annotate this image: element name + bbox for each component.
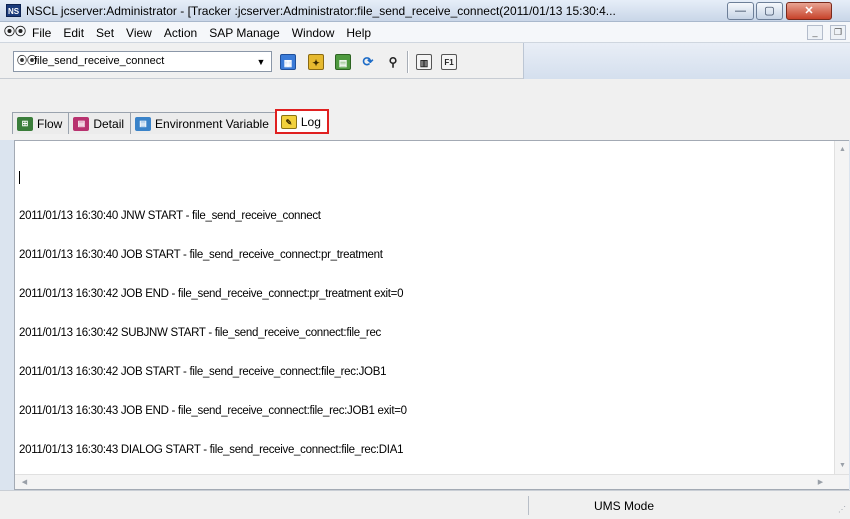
detail-view-icon: ▤ — [335, 54, 351, 70]
environment-icon: ▤ — [135, 116, 152, 131]
toolbar-empty-area — [523, 43, 850, 79]
mdi-restore-button[interactable]: ❐ — [830, 25, 846, 40]
refresh-icon: ⟳ — [362, 54, 374, 69]
tracker-icon: ✦ — [308, 54, 324, 70]
window-title: NSCL jcserver:Administrator - [Tracker :… — [26, 4, 616, 18]
log-icon: ✎ — [280, 114, 297, 129]
tab-log-label: Log — [300, 114, 321, 129]
resize-grip-icon[interactable]: ⋰ — [834, 504, 846, 516]
log-line: 2011/01/13 16:30:43 DIALOG START - file_… — [19, 444, 404, 456]
log-line: 2011/01/13 16:30:42 JOB START - file_sen… — [19, 366, 387, 378]
menu-window[interactable]: Window — [286, 25, 341, 41]
title-bar[interactable]: NS NSCL jcserver:Administrator - [Tracke… — [0, 0, 850, 22]
chevron-down-icon[interactable]: ▼ — [254, 55, 268, 69]
flow-icon: ⊞ — [17, 116, 33, 131]
minimize-button[interactable]: — — [727, 2, 754, 20]
print-button[interactable]: ▥ — [414, 52, 434, 72]
vertical-scrollbar[interactable]: ▲ ▼ — [834, 141, 849, 474]
mdi-minimize-button[interactable]: _ — [807, 25, 823, 40]
scroll-right-icon[interactable]: ▶ — [815, 477, 826, 488]
menu-file[interactable]: File — [26, 25, 57, 41]
tab-environment-variable[interactable]: ▤ Environment Variable — [130, 112, 276, 134]
tab-strip: ⊞ Flow ▤ Detail ▤ Environment Variable ✎… — [0, 79, 850, 140]
log-text-area[interactable]: 2011/01/13 16:30:40 JNW START - file_sen… — [19, 145, 829, 465]
menu-items: File Edit Set View Action SAP Manage Win… — [26, 25, 377, 41]
menu-sap-manage[interactable]: SAP Manage — [203, 25, 286, 41]
text-caret — [19, 171, 20, 184]
jobnet-combobox[interactable]: ⦿⦿ file_send_receive_connect ▼ — [13, 51, 272, 72]
menu-help[interactable]: Help — [340, 25, 377, 41]
tracker-button[interactable]: ✦ — [306, 52, 326, 72]
app-icon: NS — [6, 4, 21, 17]
detail-icon: ▤ — [73, 116, 90, 131]
tab-detail-label: Detail — [93, 116, 125, 131]
search-icon: ⚲ — [388, 55, 398, 69]
tab-flow-label: Flow — [37, 116, 63, 131]
toolbar: ⦿⦿ file_send_receive_connect ▼ ▦ ✦ ▤ ⟳ ⚲… — [0, 43, 850, 79]
menu-view[interactable]: View — [120, 25, 158, 41]
help-f1-icon: F1 — [441, 54, 457, 70]
scroll-down-icon[interactable]: ▼ — [837, 460, 848, 471]
menu-edit[interactable]: Edit — [57, 25, 90, 41]
refresh-button[interactable]: ⟳ — [358, 52, 378, 72]
help-f1-button[interactable]: F1 — [439, 52, 459, 72]
jobnet-icon: ⦿⦿ — [17, 56, 37, 67]
scroll-left-icon[interactable]: ◀ — [19, 477, 30, 488]
open-icon: ▦ — [280, 54, 296, 70]
log-line: 2011/01/13 16:30:42 SUBJNW START - file_… — [19, 327, 381, 339]
detail-view-button[interactable]: ▤ — [333, 52, 353, 72]
menu-bar: ⦿⦿ File Edit Set View Action SAP Manage … — [0, 22, 850, 43]
menu-action[interactable]: Action — [158, 25, 203, 41]
close-button[interactable]: ✕ — [786, 2, 832, 20]
toolbar-separator — [407, 51, 409, 73]
application-window: NS NSCL jcserver:Administrator - [Tracke… — [0, 0, 850, 519]
log-line: 2011/01/13 16:30:40 JOB START - file_sen… — [19, 249, 383, 261]
scroll-up-icon[interactable]: ▲ — [837, 144, 848, 155]
log-line: 2011/01/13 16:30:40 JNW START - file_sen… — [19, 210, 321, 222]
document-menu-icon[interactable]: ⦿⦿ — [4, 25, 26, 39]
maximize-button[interactable]: ▢ — [756, 2, 783, 20]
open-button[interactable]: ▦ — [278, 52, 298, 72]
menu-set[interactable]: Set — [90, 25, 120, 41]
tab-log[interactable]: ✎ Log — [274, 109, 329, 134]
log-line: 2011/01/13 16:30:43 JOB END - file_send_… — [19, 405, 407, 417]
print-icon: ▥ — [416, 54, 432, 70]
log-panel[interactable]: 2011/01/13 16:30:40 JNW START - file_sen… — [14, 140, 849, 490]
search-button[interactable]: ⚲ — [383, 52, 403, 72]
log-line: 2011/01/13 16:30:42 JOB END - file_send_… — [19, 288, 404, 300]
status-bar: UMS Mode ⋰ — [0, 490, 850, 519]
horizontal-scrollbar[interactable]: ◀ ▶ — [15, 474, 849, 489]
view-tabs: ⊞ Flow ▤ Detail ▤ Environment Variable ✎… — [12, 109, 329, 134]
status-mode: UMS Mode — [594, 499, 655, 513]
tab-detail[interactable]: ▤ Detail — [68, 112, 132, 134]
tab-environment-variable-label: Environment Variable — [155, 116, 269, 131]
tab-flow[interactable]: ⊞ Flow — [12, 112, 70, 134]
jobnet-combobox-value: file_send_receive_connect — [34, 55, 165, 67]
status-pane — [528, 496, 828, 515]
